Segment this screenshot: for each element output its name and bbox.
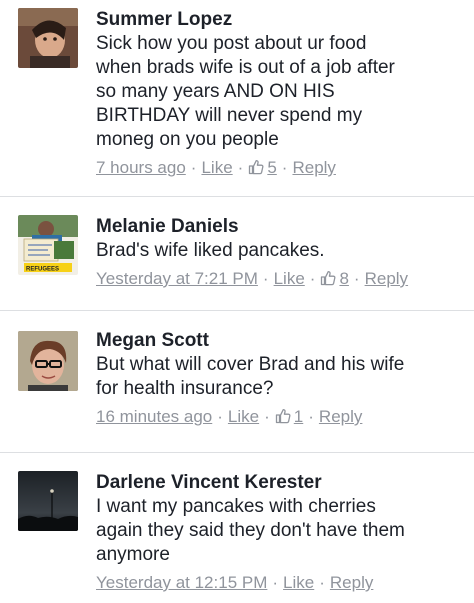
like-button[interactable]: Like	[274, 269, 305, 288]
comment-author[interactable]: Megan Scott	[96, 329, 464, 353]
separator-dot: ·	[281, 158, 288, 177]
avatar-badge-text: REFUGEES	[26, 267, 59, 273]
comment: Summer Lopez Sick how you post about ur …	[0, 0, 474, 192]
like-count-number: 8	[339, 269, 349, 288]
avatar[interactable]	[18, 8, 78, 68]
comment-text: Brad's wife liked pancakes.	[96, 240, 325, 261]
avatar[interactable]	[18, 471, 78, 531]
like-button[interactable]: Like	[201, 158, 232, 177]
reply-button[interactable]: Reply	[292, 158, 335, 177]
comment: Megan Scott But what will cover Brad and…	[0, 311, 474, 451]
like-button[interactable]: Like	[283, 573, 314, 592]
reply-button[interactable]: Reply	[319, 407, 362, 426]
comment-meta: 16 minutes ago · Like · 1 · Reply	[96, 406, 464, 428]
like-count[interactable]: 8	[320, 269, 349, 288]
like-count-number: 5	[267, 158, 277, 177]
comment-meta: 7 hours ago · Like · 5 · Reply	[96, 157, 464, 179]
comment-text: I want my pancakes with cherries again t…	[96, 496, 405, 565]
comment-meta: Yesterday at 7:21 PM · Like · 8 · Reply	[96, 268, 464, 290]
avatar[interactable]	[18, 331, 78, 391]
reply-button[interactable]: Reply	[365, 269, 408, 288]
separator-dot: ·	[309, 269, 316, 288]
like-count[interactable]: 1	[275, 407, 303, 426]
comment-text: But what will cover Brad and his wife fo…	[96, 354, 405, 399]
comment-timestamp[interactable]: 7 hours ago	[96, 158, 186, 177]
separator-dot: ·	[190, 158, 197, 177]
comment-timestamp[interactable]: 16 minutes ago	[96, 407, 212, 426]
separator-dot: ·	[237, 158, 244, 177]
avatar[interactable]: REFUGEES	[18, 215, 78, 275]
thumbs-up-icon	[275, 408, 291, 424]
like-count[interactable]: 5	[248, 158, 277, 177]
comment-timestamp[interactable]: Yesterday at 12:15 PM	[96, 573, 267, 592]
like-count-number: 1	[293, 407, 304, 426]
separator-dot: ·	[217, 407, 223, 426]
like-button[interactable]: Like	[228, 407, 259, 426]
separator-dot: ·	[319, 573, 325, 592]
separator-dot: ·	[308, 407, 314, 426]
comment-text: Sick how you post about ur food when bra…	[96, 33, 395, 150]
comment: Darlene Vincent Kerester I want my panca…	[0, 453, 474, 603]
thumbs-up-icon	[248, 159, 264, 175]
comment: REFUGEES Melanie Daniels Brad's wife lik…	[0, 197, 474, 307]
comment-author[interactable]: Melanie Daniels	[96, 215, 464, 239]
separator-dot: ·	[272, 573, 279, 592]
separator-dot: ·	[262, 269, 269, 288]
thumbs-up-icon	[320, 270, 336, 286]
reply-button[interactable]: Reply	[330, 573, 373, 592]
separator-dot: ·	[264, 407, 270, 426]
comment-author[interactable]: Summer Lopez	[96, 8, 464, 32]
separator-dot: ·	[353, 269, 360, 288]
comment-author[interactable]: Darlene Vincent Kerester	[96, 471, 464, 495]
comment-meta: Yesterday at 12:15 PM · Like · Reply	[96, 572, 464, 594]
comment-timestamp[interactable]: Yesterday at 7:21 PM	[96, 269, 258, 288]
